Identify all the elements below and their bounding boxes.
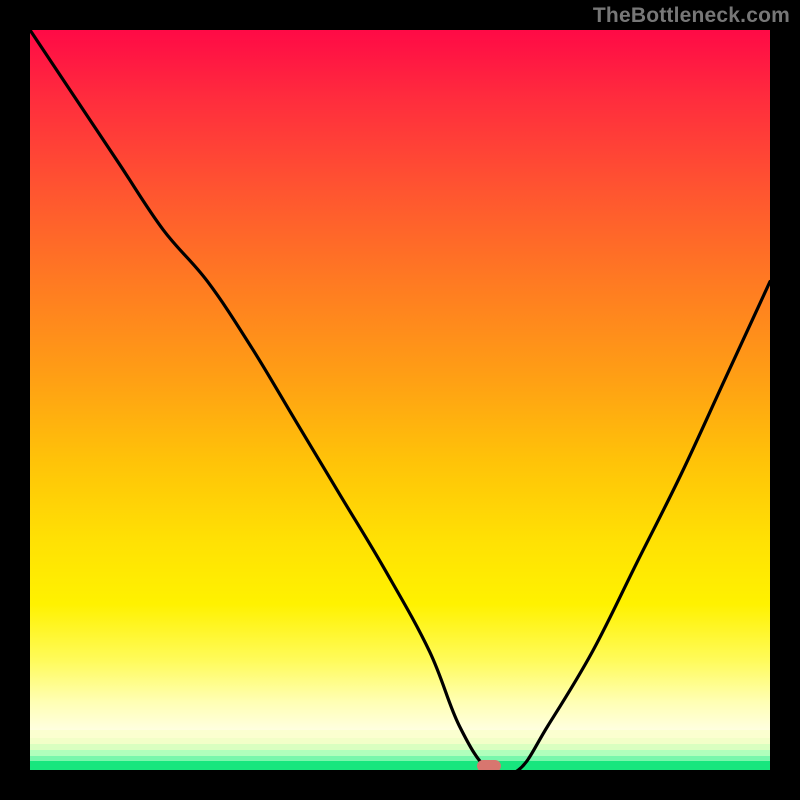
watermark-text: TheBottleneck.com <box>593 4 790 28</box>
bottleneck-curve <box>30 30 770 770</box>
chart-frame: TheBottleneck.com <box>0 0 800 800</box>
plot-area <box>30 30 770 770</box>
optimum-marker <box>477 760 501 770</box>
